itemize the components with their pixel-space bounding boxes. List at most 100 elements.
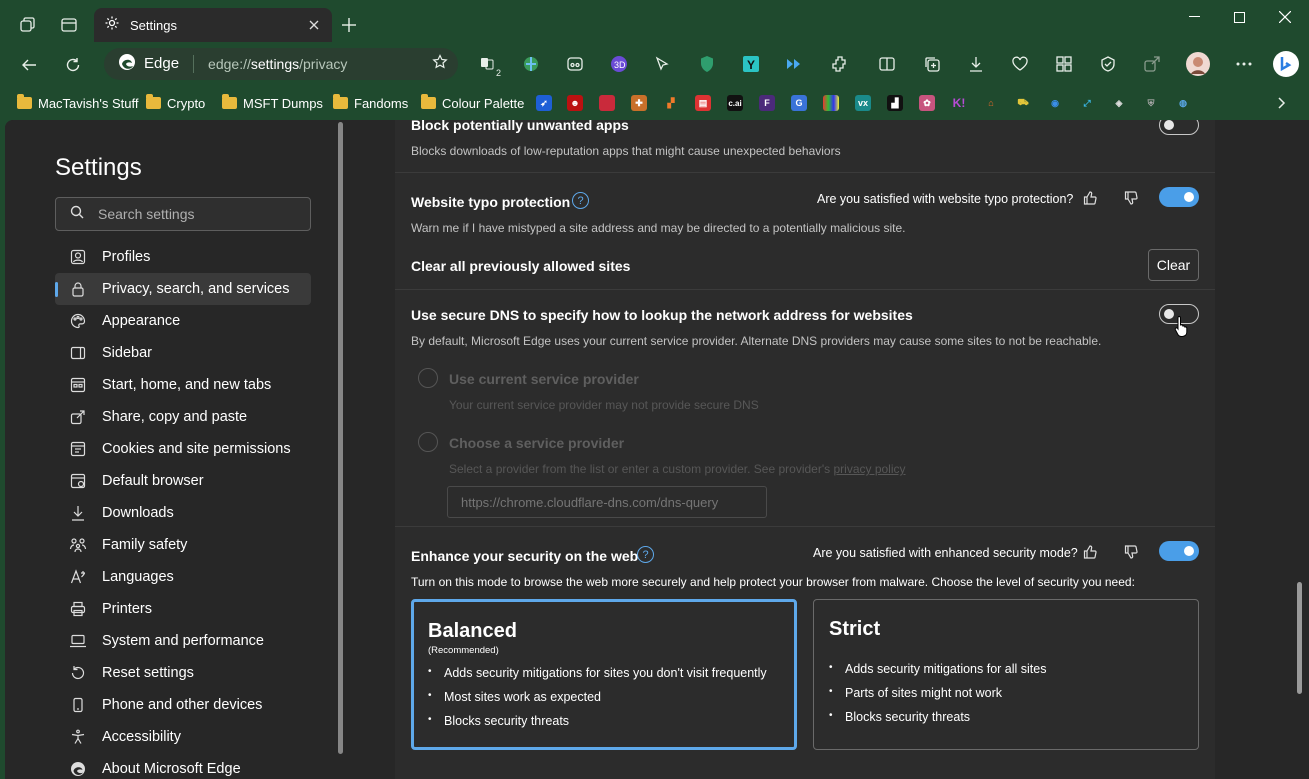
enhance-toggle[interactable]: [1159, 541, 1199, 561]
close-window-icon[interactable]: [1265, 6, 1305, 28]
sidebar-item-downloads[interactable]: Downloads: [55, 497, 311, 529]
game-ext-icon[interactable]: [565, 54, 585, 74]
address-bar[interactable]: Edge edge://settings/privacy: [104, 48, 458, 80]
browser-essentials-icon[interactable]: [1098, 54, 1118, 74]
sidebar-item-default-browser[interactable]: Default browser: [55, 465, 311, 497]
favorites-bar: MacTavish's Stuff Crypto MSFT Dumps Fand…: [0, 88, 1309, 118]
help-icon[interactable]: ?: [637, 546, 654, 563]
url-text[interactable]: edge://settings/privacy: [208, 56, 432, 72]
thumbs-down-icon[interactable]: [1122, 189, 1140, 207]
favorite-site-icon[interactable]: ✿: [919, 95, 935, 111]
workspaces-icon[interactable]: [14, 12, 40, 38]
apps-icon[interactable]: [1054, 54, 1074, 74]
sidebar-item-share-copy-and-paste[interactable]: Share, copy and paste: [55, 401, 311, 433]
favorite-site-icon[interactable]: ▞: [663, 95, 679, 111]
tab-settings[interactable]: Settings: [94, 8, 332, 42]
maximize-icon[interactable]: [1219, 6, 1259, 28]
forward-ext-icon[interactable]: [785, 54, 805, 74]
favorite-site-icon[interactable]: ➶: [536, 95, 552, 111]
split-screen-icon[interactable]: [877, 54, 897, 74]
radio-current-provider[interactable]: [418, 368, 438, 388]
search-input[interactable]: [98, 206, 298, 222]
svg-text:Y: Y: [747, 58, 755, 72]
favorite-folder[interactable]: Fandoms: [333, 94, 408, 112]
favorite-folder[interactable]: Crypto: [146, 94, 205, 112]
tab-actions-icon[interactable]: [56, 12, 82, 38]
sidebar-item-sidebar[interactable]: Sidebar: [55, 337, 311, 369]
favorite-folder[interactable]: Colour Palette: [421, 94, 524, 112]
thumbs-up-icon[interactable]: [1081, 543, 1099, 561]
typo-toggle[interactable]: [1159, 187, 1199, 207]
star-favorite-icon[interactable]: [432, 53, 448, 75]
sidebar-item-languages[interactable]: Languages: [55, 561, 311, 593]
sidebar-item-privacy-search-and-services[interactable]: Privacy, search, and services: [55, 273, 311, 305]
sidebar-item-about-microsoft-edge[interactable]: About Microsoft Edge: [55, 753, 311, 779]
clear-button[interactable]: Clear: [1148, 249, 1199, 281]
health-ext-icon[interactable]: [1010, 54, 1030, 74]
minimize-icon[interactable]: [1174, 6, 1214, 28]
sidebar-item-system-and-performance[interactable]: System and performance: [55, 625, 311, 657]
favorite-site-icon[interactable]: c.ai: [727, 95, 743, 111]
extensions-icon[interactable]: [830, 54, 850, 74]
sidebar-item-printers[interactable]: Printers: [55, 593, 311, 625]
3d-ext-icon[interactable]: 3D: [609, 54, 629, 74]
dns-provider-input[interactable]: [447, 486, 767, 518]
y-ext-icon[interactable]: Y: [741, 54, 761, 74]
favorite-site-icon[interactable]: vx: [855, 95, 871, 111]
sidebar-item-profiles[interactable]: Profiles: [55, 241, 311, 273]
new-tab-icon[interactable]: [336, 12, 362, 38]
share-icon[interactable]: [1142, 54, 1162, 74]
favorite-site-icon[interactable]: ☻: [567, 95, 583, 111]
radio-choose-provider[interactable]: [418, 432, 438, 452]
pua-toggle[interactable]: [1159, 120, 1199, 135]
thumbs-down-icon[interactable]: [1122, 543, 1140, 561]
favorite-folder[interactable]: MSFT Dumps: [222, 94, 323, 112]
favorite-site-icon[interactable]: ⛨: [1143, 95, 1159, 111]
collections-icon[interactable]: [922, 54, 942, 74]
favorite-site-icon[interactable]: ⤢: [1079, 95, 1095, 111]
sidebar-item-phone-and-other-devices[interactable]: Phone and other devices: [55, 689, 311, 721]
globe-ext-icon[interactable]: [521, 54, 541, 74]
favorite-site-icon[interactable]: F: [759, 95, 775, 111]
profile-avatar[interactable]: [1186, 52, 1210, 76]
sidebar-item-family-safety[interactable]: Family safety: [55, 529, 311, 561]
favorite-site-icon[interactable]: ▤: [695, 95, 711, 111]
lock-icon: [68, 279, 88, 299]
sidebar-item-start-home-and-new-tabs[interactable]: Start, home, and new tabs: [55, 369, 311, 401]
favorite-site-icon[interactable]: ⌂: [983, 95, 999, 111]
shield-ext-icon[interactable]: [697, 54, 717, 74]
privacy-policy-link[interactable]: privacy policy: [833, 462, 905, 476]
balanced-card[interactable]: Balanced (Recommended) Adds security mit…: [411, 599, 797, 750]
cursor-ext-icon[interactable]: [652, 54, 672, 74]
favorite-site-icon[interactable]: ◍: [1175, 95, 1191, 111]
favorite-folder[interactable]: MacTavish's Stuff: [17, 94, 139, 112]
sidebar-item-accessibility[interactable]: Accessibility: [55, 721, 311, 753]
help-icon[interactable]: ?: [572, 192, 589, 209]
favorite-site-icon[interactable]: G: [791, 95, 807, 111]
copilot-icon[interactable]: [1272, 50, 1300, 78]
refresh-icon[interactable]: [60, 52, 86, 78]
search-box[interactable]: [55, 197, 311, 231]
sidebar-item-cookies-and-site-permissions[interactable]: Cookies and site permissions: [55, 433, 311, 465]
favorite-site-icon[interactable]: ⛟: [1015, 95, 1031, 111]
favorite-site-icon[interactable]: K!: [951, 95, 967, 111]
chevron-right-icon[interactable]: [1274, 95, 1290, 111]
favorite-site-icon[interactable]: [823, 95, 839, 111]
favorite-site-icon[interactable]: ◉: [1047, 95, 1063, 111]
close-tab-icon[interactable]: [306, 17, 322, 33]
back-icon[interactable]: [16, 52, 42, 78]
favorite-site-icon[interactable]: ◈: [1111, 95, 1127, 111]
favorite-site-icon[interactable]: [599, 95, 615, 111]
panel-scrollbar[interactable]: [1297, 582, 1302, 694]
edge-logo-icon: [118, 53, 136, 76]
sidebar-item-appearance[interactable]: Appearance: [55, 305, 311, 337]
thumbs-up-icon[interactable]: [1081, 189, 1099, 207]
collections-ext-icon[interactable]: 2: [478, 54, 502, 78]
favorite-site-icon[interactable]: ✚: [631, 95, 647, 111]
favorite-site-icon[interactable]: ▟: [887, 95, 903, 111]
sidebar-scrollbar[interactable]: [338, 122, 343, 754]
strict-card[interactable]: Strict Adds security mitigations for all…: [813, 599, 1199, 750]
more-options-icon[interactable]: [1234, 54, 1254, 74]
sidebar-item-reset-settings[interactable]: Reset settings: [55, 657, 311, 689]
downloads-icon[interactable]: [966, 54, 986, 74]
